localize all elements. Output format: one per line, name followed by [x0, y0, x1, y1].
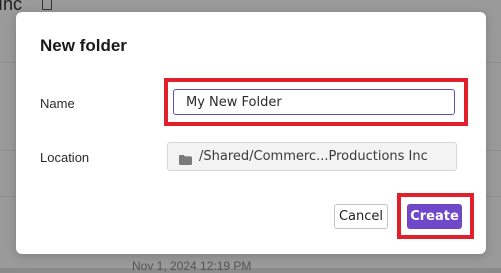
- background-date: Nov 1, 2024 12:19 PM: [132, 259, 252, 273]
- location-path: /Shared/Commerc...Productions Inc: [199, 149, 428, 164]
- name-input-highlight: [164, 78, 468, 126]
- location-field[interactable]: /Shared/Commerc...Productions Inc: [167, 142, 457, 171]
- location-label: Location: [40, 150, 90, 165]
- dialog-title: New folder: [40, 36, 127, 55]
- phone-icon: [42, 0, 52, 10]
- folder-icon: [179, 152, 192, 165]
- create-button-highlight: [397, 193, 474, 239]
- name-label: Name: [40, 96, 75, 111]
- new-folder-dialog: New folder Name Location /Shared/Commerc…: [16, 12, 486, 254]
- cancel-button[interactable]: Cancel: [334, 204, 388, 229]
